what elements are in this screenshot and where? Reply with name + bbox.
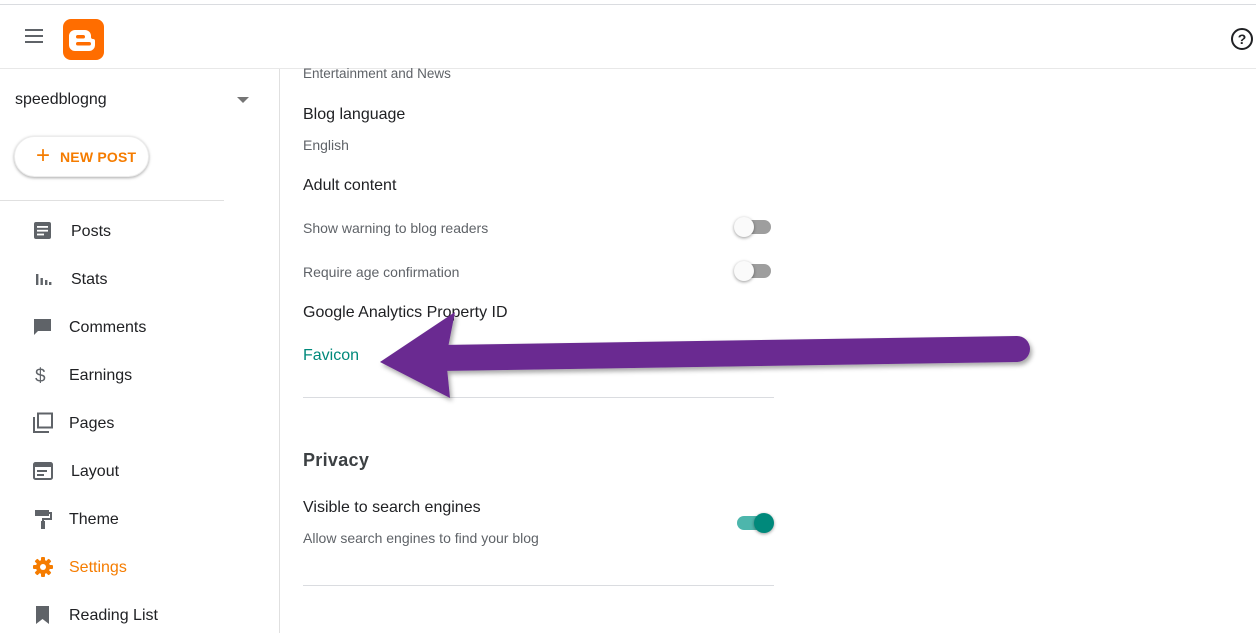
- dollar-icon: $: [32, 364, 54, 387]
- age-confirmation-label: Require age confirmation: [303, 264, 460, 280]
- section-divider: [303, 397, 774, 398]
- sidebar-item-label: Stats: [71, 271, 108, 288]
- sidebar-item-label: Settings: [69, 559, 127, 576]
- sidebar-item-label: Reading List: [69, 607, 158, 624]
- blog-selector[interactable]: speedblogng: [15, 91, 107, 109]
- layout-icon: [32, 460, 54, 482]
- settings-panel: Entertainment and News Blog language Eng…: [281, 66, 1256, 633]
- show-warning-label: Show warning to blog readers: [303, 220, 489, 236]
- svg-text:$: $: [35, 366, 46, 386]
- app-header: ?: [0, 5, 1256, 69]
- gear-icon: [32, 556, 54, 578]
- blog-language-value[interactable]: English: [303, 137, 349, 153]
- sidebar-item-theme[interactable]: Theme: [0, 500, 279, 540]
- sidebar-item-label: Theme: [69, 511, 119, 528]
- new-post-button[interactable]: + NEW POST: [14, 136, 149, 177]
- posts-icon: [32, 220, 54, 242]
- category-value: Entertainment and News: [303, 66, 451, 81]
- sidebar-divider: [0, 200, 224, 201]
- visible-search-description: Allow search engines to find your blog: [303, 530, 539, 546]
- sidebar-item-comments[interactable]: Comments: [0, 308, 279, 348]
- bookmark-icon: [32, 604, 54, 626]
- visible-search-toggle[interactable]: [734, 512, 774, 534]
- sidebar-item-reading-list[interactable]: Reading List: [0, 596, 279, 633]
- sidebar-item-posts[interactable]: Posts: [0, 212, 279, 252]
- chevron-down-icon[interactable]: [237, 97, 249, 103]
- blogger-logo[interactable]: [63, 19, 104, 60]
- paint-roller-icon: [32, 508, 54, 530]
- sidebar-item-settings[interactable]: Settings: [0, 548, 279, 588]
- visible-search-heading: Visible to search engines: [303, 499, 481, 516]
- sidebar-item-label: Posts: [71, 223, 112, 240]
- pages-icon: [32, 412, 54, 434]
- stats-icon: [32, 268, 54, 290]
- favicon-link[interactable]: Favicon: [303, 347, 359, 365]
- show-warning-toggle[interactable]: [734, 216, 774, 238]
- plus-icon: +: [36, 142, 51, 169]
- sidebar-item-label: Layout: [71, 463, 120, 480]
- sidebar-item-pages[interactable]: Pages: [0, 404, 279, 444]
- section-divider: [303, 585, 774, 586]
- sidebar-item-label: Comments: [69, 319, 147, 336]
- adult-content-heading: Adult content: [303, 177, 397, 194]
- comments-icon: [32, 316, 54, 338]
- analytics-property-heading[interactable]: Google Analytics Property ID: [303, 304, 508, 322]
- sidebar-item-layout[interactable]: Layout: [0, 452, 279, 492]
- sidebar-item-label: Pages: [69, 415, 115, 432]
- sidebar-item-label: Earnings: [69, 367, 133, 384]
- age-confirmation-toggle[interactable]: [734, 260, 774, 282]
- hamburger-menu-icon[interactable]: [25, 29, 45, 45]
- blog-language-heading: Blog language: [303, 106, 406, 123]
- sidebar-item-stats[interactable]: Stats: [0, 260, 279, 300]
- sidebar-item-earnings[interactable]: $ Earnings: [0, 356, 279, 396]
- sidebar: speedblogng + NEW POST Posts Stats Comme…: [0, 69, 280, 633]
- privacy-section-title: Privacy: [303, 450, 370, 470]
- new-post-label: NEW POST: [60, 149, 137, 165]
- help-circle-icon[interactable]: ?: [1231, 28, 1253, 50]
